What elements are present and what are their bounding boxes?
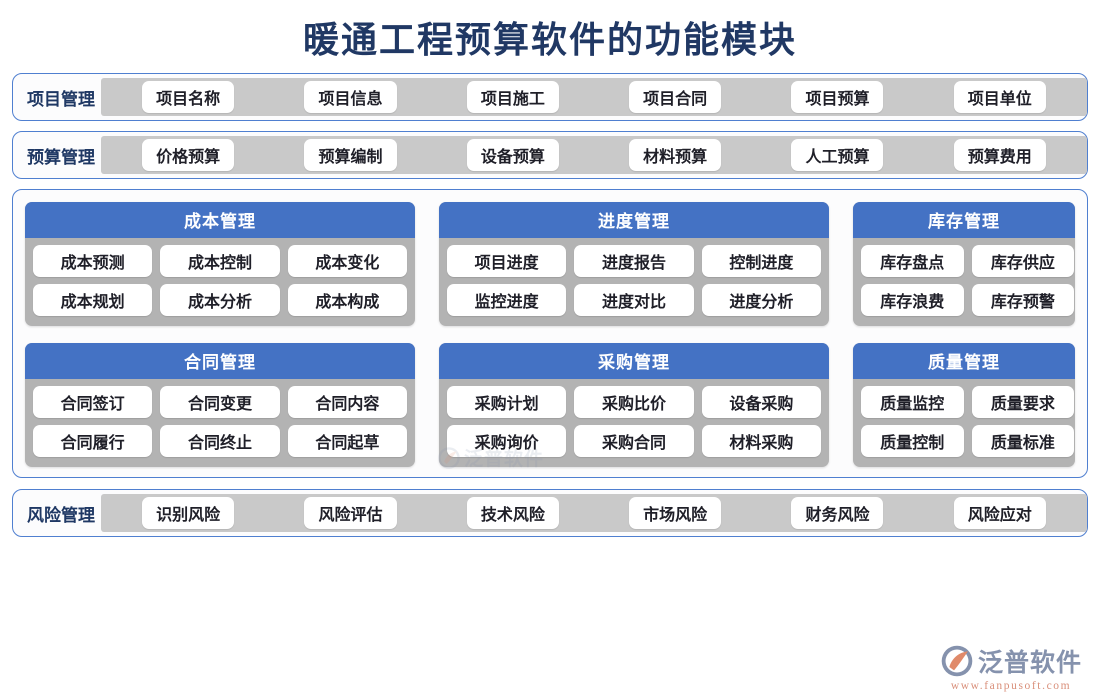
card-body-progress: 项目进度 进度报告 控制进度 监控进度 进度对比 进度分析 — [439, 238, 829, 326]
modules-grid-container: 成本管理 成本预测 成本控制 成本变化 成本规划 成本分析 成本构成 进度管理 … — [12, 189, 1088, 479]
item-project-0[interactable]: 项目名称 — [142, 81, 235, 114]
card-row: 合同签订 合同变更 合同内容 — [33, 386, 407, 419]
item-risk-3[interactable]: 市场风险 — [629, 497, 722, 530]
card-quality-management: 质量管理 质量监控 质量要求 质量控制 质量标准 — [853, 343, 1075, 468]
chip-procurement-0-1[interactable]: 采购比价 — [574, 386, 694, 419]
item-project-4[interactable]: 项目预算 — [791, 81, 884, 114]
section-label-budget: 预算管理 — [27, 147, 95, 167]
card-row: 成本预测 成本控制 成本变化 — [33, 245, 407, 278]
chip-quality-0-0[interactable]: 质量监控 — [861, 386, 964, 419]
section-risk-management: 风险管理 识别风险 风险评估 技术风险 市场风险 财务风险 风险应对 — [12, 489, 1088, 538]
fanpu-logo-icon — [940, 644, 974, 678]
modules-grid: 成本管理 成本预测 成本控制 成本变化 成本规划 成本分析 成本构成 进度管理 … — [25, 202, 1075, 468]
card-title-inventory: 库存管理 — [853, 202, 1075, 239]
chip-procurement-1-0[interactable]: 采购询价 — [447, 425, 567, 458]
section-label-project: 项目管理 — [27, 89, 95, 109]
chip-procurement-1-2[interactable]: 材料采购 — [701, 425, 821, 458]
card-procurement-management: 采购管理 采购计划 采购比价 设备采购 采购询价 采购合同 材料采购 — [439, 343, 829, 468]
item-budget-2[interactable]: 设备预算 — [466, 139, 559, 172]
section-project-management: 项目管理 项目名称 项目信息 项目施工 项目合同 项目预算 项目单位 — [12, 73, 1088, 122]
chip-contract-0-0[interactable]: 合同签订 — [33, 386, 153, 419]
chip-contract-1-0[interactable]: 合同履行 — [33, 425, 153, 458]
chip-progress-0-2[interactable]: 控制进度 — [701, 245, 821, 278]
chip-quality-0-1[interactable]: 质量要求 — [971, 386, 1075, 419]
chip-progress-1-0[interactable]: 监控进度 — [447, 284, 567, 317]
section-items-project: 项目名称 项目信息 项目施工 项目合同 项目预算 项目单位 — [101, 78, 1087, 117]
chip-contract-1-2[interactable]: 合同起草 — [287, 425, 407, 458]
card-inventory-management: 库存管理 库存盘点 库存供应 库存浪费 库存预警 — [853, 202, 1075, 327]
card-contract-management: 合同管理 合同签订 合同变更 合同内容 合同履行 合同终止 合同起草 — [25, 343, 415, 468]
chip-contract-0-1[interactable]: 合同变更 — [160, 386, 280, 419]
chip-cost-1-0[interactable]: 成本规划 — [33, 284, 153, 317]
chip-cost-0-2[interactable]: 成本变化 — [287, 245, 407, 278]
card-row: 合同履行 合同终止 合同起草 — [33, 425, 407, 458]
card-row: 监控进度 进度对比 进度分析 — [447, 284, 821, 317]
chip-inventory-1-1[interactable]: 库存预警 — [971, 284, 1075, 317]
item-budget-3[interactable]: 材料预算 — [629, 139, 722, 172]
chip-contract-0-2[interactable]: 合同内容 — [287, 386, 407, 419]
footer-url-text: www.fanpusoft.com — [950, 680, 1072, 692]
item-budget-0[interactable]: 价格预算 — [142, 139, 235, 172]
chip-progress-1-2[interactable]: 进度分析 — [701, 284, 821, 317]
section-items-risk: 识别风险 风险评估 技术风险 市场风险 财务风险 风险应对 — [101, 494, 1087, 533]
section-budget-management: 预算管理 价格预算 预算编制 设备预算 材料预算 人工预算 预算费用 — [12, 131, 1088, 180]
item-project-5[interactable]: 项目单位 — [953, 81, 1046, 114]
footer-logo-line: 泛普软件 — [940, 643, 1082, 679]
card-row: 成本规划 成本分析 成本构成 — [33, 284, 407, 317]
chip-progress-1-1[interactable]: 进度对比 — [574, 284, 694, 317]
section-label-risk: 风险管理 — [27, 505, 95, 525]
card-row: 质量控制 质量标准 — [861, 425, 1075, 458]
card-title-quality: 质量管理 — [853, 343, 1075, 380]
card-title-progress: 进度管理 — [439, 202, 829, 239]
chip-inventory-0-1[interactable]: 库存供应 — [971, 245, 1075, 278]
item-risk-5[interactable]: 风险应对 — [953, 497, 1046, 530]
card-row: 质量监控 质量要求 — [861, 386, 1075, 419]
chip-quality-1-0[interactable]: 质量控制 — [861, 425, 964, 458]
card-cost-management: 成本管理 成本预测 成本控制 成本变化 成本规划 成本分析 成本构成 — [25, 202, 415, 327]
card-title-contract: 合同管理 — [25, 343, 415, 380]
footer-branding: 泛普软件 www.fanpusoft.com — [940, 643, 1082, 692]
chip-contract-1-1[interactable]: 合同终止 — [160, 425, 280, 458]
section-items-budget: 价格预算 预算编制 设备预算 材料预算 人工预算 预算费用 — [101, 136, 1087, 175]
item-risk-0[interactable]: 识别风险 — [142, 497, 235, 530]
item-budget-5[interactable]: 预算费用 — [953, 139, 1046, 172]
card-body-inventory: 库存盘点 库存供应 库存浪费 库存预警 — [853, 238, 1075, 326]
card-body-procurement: 采购计划 采购比价 设备采购 采购询价 采购合同 材料采购 — [439, 379, 829, 467]
card-row: 采购计划 采购比价 设备采购 — [447, 386, 821, 419]
chip-cost-0-1[interactable]: 成本控制 — [160, 245, 280, 278]
chip-cost-1-2[interactable]: 成本构成 — [287, 284, 407, 317]
card-title-procurement: 采购管理 — [439, 343, 829, 380]
chip-cost-1-1[interactable]: 成本分析 — [160, 284, 280, 317]
chip-quality-1-1[interactable]: 质量标准 — [971, 425, 1075, 458]
page-title: 暖通工程预算软件的功能模块 — [302, 20, 797, 60]
chip-progress-0-0[interactable]: 项目进度 — [447, 245, 567, 278]
card-body-quality: 质量监控 质量要求 质量控制 质量标准 — [853, 379, 1075, 467]
card-progress-management: 进度管理 项目进度 进度报告 控制进度 监控进度 进度对比 进度分析 — [439, 202, 829, 327]
chip-procurement-0-0[interactable]: 采购计划 — [447, 386, 567, 419]
chip-progress-0-1[interactable]: 进度报告 — [574, 245, 694, 278]
card-body-cost: 成本预测 成本控制 成本变化 成本规划 成本分析 成本构成 — [25, 238, 415, 326]
item-budget-1[interactable]: 预算编制 — [304, 139, 397, 172]
item-risk-2[interactable]: 技术风险 — [466, 497, 559, 530]
chip-procurement-0-2[interactable]: 设备采购 — [701, 386, 821, 419]
footer-brand-text: 泛普软件 — [977, 650, 1082, 677]
item-project-1[interactable]: 项目信息 — [304, 81, 397, 114]
card-row: 库存盘点 库存供应 — [861, 245, 1075, 278]
card-row: 项目进度 进度报告 控制进度 — [447, 245, 821, 278]
item-project-2[interactable]: 项目施工 — [466, 81, 559, 114]
chip-inventory-1-0[interactable]: 库存浪费 — [861, 284, 964, 317]
item-risk-4[interactable]: 财务风险 — [791, 497, 884, 530]
card-title-cost: 成本管理 — [25, 202, 415, 239]
card-row: 库存浪费 库存预警 — [861, 284, 1075, 317]
item-budget-4[interactable]: 人工预算 — [791, 139, 884, 172]
item-risk-1[interactable]: 风险评估 — [304, 497, 397, 530]
card-body-contract: 合同签订 合同变更 合同内容 合同履行 合同终止 合同起草 — [25, 379, 415, 467]
chip-cost-0-0[interactable]: 成本预测 — [33, 245, 153, 278]
chip-inventory-0-0[interactable]: 库存盘点 — [861, 245, 964, 278]
chip-procurement-1-1[interactable]: 采购合同 — [574, 425, 694, 458]
item-project-3[interactable]: 项目合同 — [629, 81, 722, 114]
card-row: 采购询价 采购合同 材料采购 — [447, 425, 821, 458]
